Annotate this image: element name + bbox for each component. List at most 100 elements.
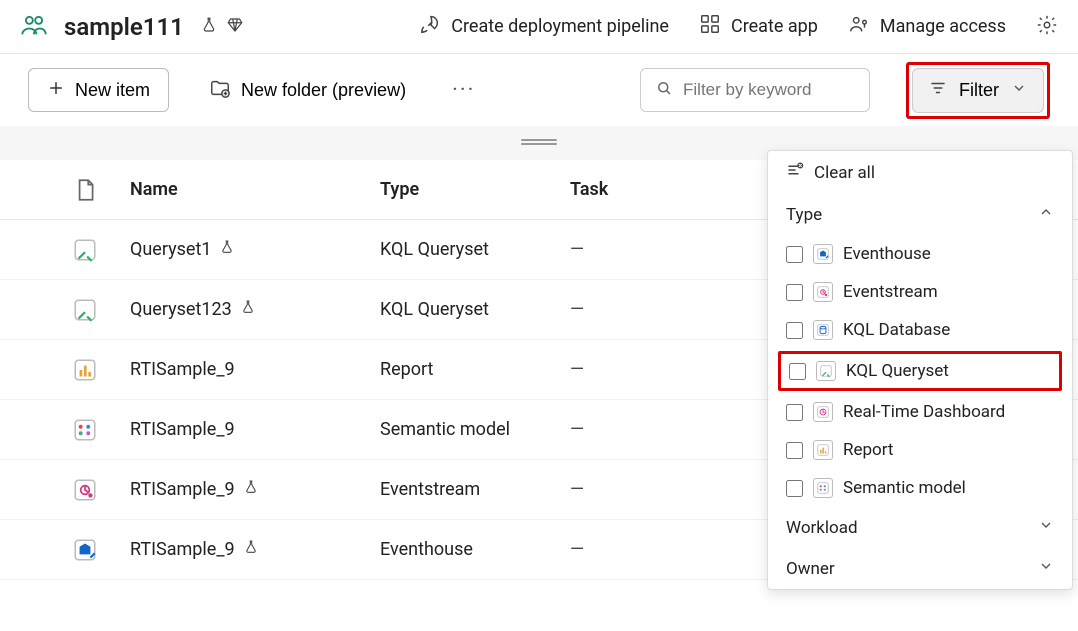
filter-option-label: Report [843, 440, 893, 460]
filter-section-owner-label: Owner [786, 559, 835, 579]
manage-access-button[interactable]: Manage access [848, 13, 1006, 40]
filter-label: Filter [959, 80, 999, 101]
new-folder-button[interactable]: New folder (preview) [191, 68, 424, 112]
filter-option-label: KQL Database [843, 320, 950, 340]
filter-option-checkbox[interactable] [786, 442, 803, 459]
row-type-text: Eventhouse [380, 539, 570, 560]
filter-option-icon [813, 282, 833, 302]
filter-option-icon [813, 320, 833, 340]
filter-option[interactable]: KQL Queryset [778, 351, 1062, 391]
filter-option-checkbox[interactable] [786, 322, 803, 339]
chevron-down-icon [1038, 558, 1054, 579]
row-task: — [570, 479, 690, 500]
column-name[interactable]: Name [130, 179, 380, 200]
create-pipeline-label: Create deployment pipeline [451, 16, 669, 37]
row-name[interactable]: RTISample_9 [130, 539, 380, 560]
filter-option-label: Eventhouse [843, 244, 931, 264]
flask-icon [219, 239, 235, 260]
row-task: — [570, 359, 690, 380]
row-name-text: RTISample_9 [130, 479, 235, 500]
row-task: — [570, 299, 690, 320]
filter-option-checkbox[interactable] [789, 363, 806, 380]
filter-keyword-input-wrap[interactable] [640, 68, 870, 112]
search-icon [655, 79, 673, 101]
chevron-down-icon [1011, 80, 1027, 101]
row-task: — [570, 539, 690, 560]
filter-option[interactable]: Eventhouse [768, 235, 1072, 273]
row-name-text: Queryset1 [130, 239, 211, 260]
filter-option[interactable]: Report [768, 431, 1072, 469]
new-item-label: New item [75, 80, 150, 101]
row-type-text: Report [380, 359, 570, 380]
flask-icon [243, 479, 259, 500]
column-icon [40, 177, 130, 203]
workspace-title: sample111 [64, 13, 184, 41]
new-item-button[interactable]: New item [28, 68, 169, 112]
filter-flyout: Clear all Type Eventhouse Eventstream KQ… [767, 150, 1073, 590]
top-bar: sample111 Create deployment pipeline Cre… [0, 0, 1078, 54]
row-name[interactable]: Queryset123 [130, 299, 380, 320]
row-type-text: KQL Queryset [380, 239, 570, 260]
filter-option-checkbox[interactable] [786, 480, 803, 497]
more-menu-button[interactable]: ··· [446, 78, 481, 103]
filter-button[interactable]: Filter [912, 68, 1044, 113]
filter-option[interactable]: KQL Database [768, 311, 1072, 349]
row-name[interactable]: Queryset1 [130, 239, 380, 260]
row-type-text: KQL Queryset [380, 299, 570, 320]
filter-option-icon [813, 244, 833, 264]
row-type-icon [40, 237, 130, 263]
filter-section-owner[interactable]: Owner [768, 548, 1072, 589]
filter-option-icon [813, 478, 833, 498]
row-task: — [570, 419, 690, 440]
clear-all-button[interactable]: Clear all [768, 151, 1072, 194]
filter-option-checkbox[interactable] [786, 246, 803, 263]
folder-plus-icon [209, 77, 231, 104]
row-type-icon [40, 297, 130, 323]
filter-option-label: Real-Time Dashboard [843, 402, 1005, 422]
create-app-label: Create app [731, 16, 818, 37]
row-name[interactable]: RTISample_9 [130, 479, 380, 500]
filter-icon [929, 79, 947, 102]
row-type-text: Semantic model [380, 419, 570, 440]
row-name-text: RTISample_9 [130, 539, 235, 560]
chevron-up-icon [1038, 204, 1054, 225]
row-type-icon [40, 357, 130, 383]
toolbar: New item New folder (preview) ··· Filter [0, 54, 1078, 126]
filter-option-checkbox[interactable] [786, 404, 803, 421]
row-task: — [570, 239, 690, 260]
filter-section-workload[interactable]: Workload [768, 507, 1072, 548]
create-pipeline-button[interactable]: Create deployment pipeline [419, 13, 669, 40]
filter-option-label: KQL Queryset [846, 361, 949, 381]
filter-option[interactable]: Semantic model [768, 469, 1072, 507]
create-app-button[interactable]: Create app [699, 13, 818, 40]
apps-icon [699, 13, 721, 40]
premium-diamond-icon[interactable] [226, 16, 244, 38]
new-folder-label: New folder (preview) [241, 80, 406, 101]
clear-all-label: Clear all [814, 163, 875, 183]
chevron-down-icon [1038, 517, 1054, 538]
manage-access-label: Manage access [880, 16, 1006, 37]
clear-icon [786, 161, 804, 184]
row-type-icon [40, 417, 130, 443]
filter-section-type-label: Type [786, 205, 822, 225]
settings-gear-icon[interactable] [1036, 14, 1058, 40]
filter-section-type[interactable]: Type [768, 194, 1072, 235]
filter-option-label: Semantic model [843, 478, 966, 498]
row-name[interactable]: RTISample_9 [130, 359, 380, 380]
column-type[interactable]: Type [380, 179, 570, 200]
filter-option[interactable]: Eventstream [768, 273, 1072, 311]
filter-button-highlight: Filter [906, 62, 1050, 119]
row-name[interactable]: RTISample_9 [130, 419, 380, 440]
filter-option-icon [816, 361, 836, 381]
workspace-icon [20, 11, 48, 43]
filter-option-checkbox[interactable] [786, 284, 803, 301]
filter-keyword-input[interactable] [683, 80, 904, 100]
plus-icon [47, 79, 65, 102]
filter-section-workload-label: Workload [786, 518, 858, 538]
row-name-text: RTISample_9 [130, 419, 235, 440]
column-task[interactable]: Task [570, 179, 690, 200]
flask-icon[interactable] [200, 16, 218, 38]
row-type-icon [40, 537, 130, 563]
filter-option[interactable]: Real-Time Dashboard [768, 393, 1072, 431]
rocket-icon [419, 13, 441, 40]
